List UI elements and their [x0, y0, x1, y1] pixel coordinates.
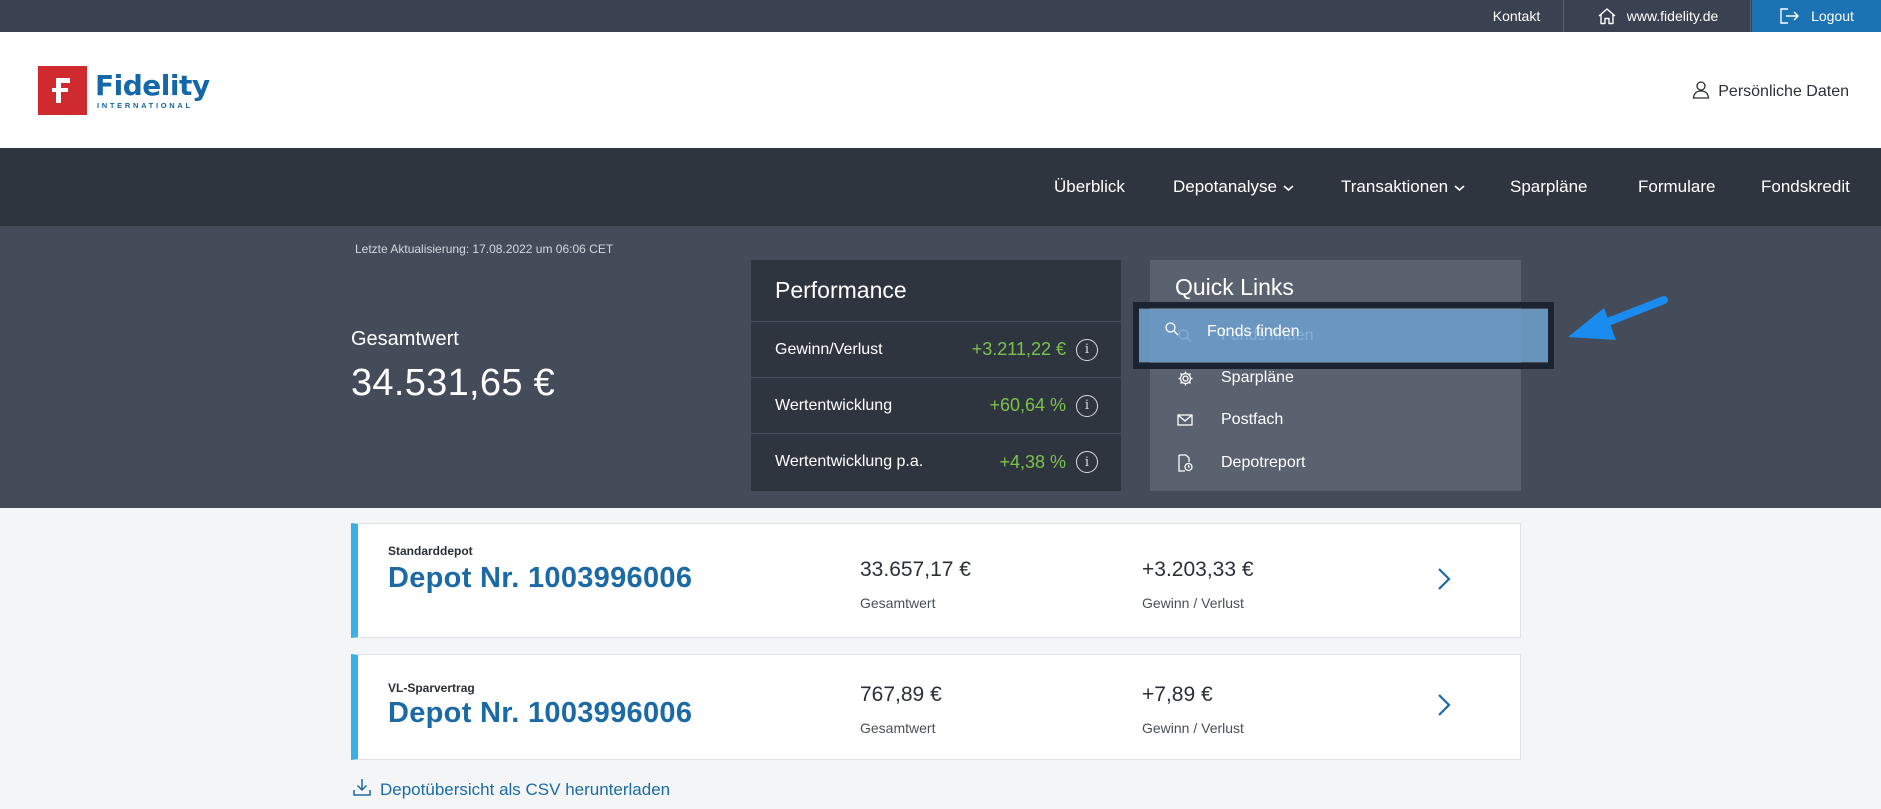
- quick-link-label: Postfach: [1221, 411, 1284, 428]
- total-value: 34.531,65 €: [351, 362, 556, 404]
- csv-download-label: Depotübersicht als CSV herunterladen: [380, 779, 671, 799]
- highlighted-quick-link[interactable]: Fonds finden: [1164, 321, 1300, 342]
- user-icon: [1692, 80, 1710, 104]
- depot-card-vl[interactable]: VL-Sparvertrag Depot Nr. 1003996006 767,…: [351, 654, 1521, 760]
- nav-depotanalyse[interactable]: Depotanalyse: [1173, 148, 1294, 226]
- download-icon: [352, 777, 372, 802]
- logo-wordmark: Fidelity: [95, 69, 210, 102]
- nav-sparplaene[interactable]: Sparpläne: [1510, 148, 1588, 226]
- depot-title: Depot Nr. 1003996006: [388, 697, 693, 729]
- performance-title: Performance: [751, 260, 1121, 322]
- report-icon: [1176, 454, 1194, 472]
- website-link[interactable]: www.fidelity.de: [1565, 0, 1751, 32]
- gear-icon: [1176, 369, 1194, 387]
- depot-total-value: 33.657,17 €: [860, 558, 971, 581]
- depot-type: Standarddepot: [388, 544, 473, 558]
- performance-row-label: Wertentwicklung p.a.: [775, 453, 924, 470]
- info-icon[interactable]: i: [1076, 451, 1098, 473]
- depot-type: VL-Sparvertrag: [388, 681, 475, 695]
- info-icon[interactable]: i: [1076, 394, 1098, 417]
- logo-mark: [38, 66, 87, 115]
- performance-panel: Performance Gewinn/Verlust +3.211,22 € i…: [751, 260, 1121, 491]
- depot-gain-label: Gewinn / Verlust: [1142, 720, 1244, 736]
- chevron-down-icon: [1454, 177, 1465, 197]
- depot-total-value: 767,89 €: [860, 683, 942, 706]
- search-icon: [1164, 321, 1180, 342]
- annotation-arrow-icon: [1560, 292, 1670, 349]
- chevron-right-icon[interactable]: [1436, 566, 1452, 597]
- nav-sparplaene-label: Sparpläne: [1510, 177, 1588, 196]
- depot-total-label: Gesamtwert: [860, 595, 936, 611]
- performance-row-annual: Wertentwicklung p.a. +4,38 % i: [751, 434, 1121, 490]
- portfolio-summary: Letzte Aktualisierung: 17.08.2022 um 06:…: [0, 226, 1881, 508]
- total-value-label: Gesamtwert: [351, 328, 459, 350]
- performance-row-value: +4,38 %: [999, 451, 1066, 472]
- quick-link-label: Depotreport: [1221, 454, 1306, 471]
- nav-depotanalyse-label: Depotanalyse: [1173, 177, 1277, 196]
- home-icon: [1597, 7, 1617, 25]
- site-header: Fidelity INTERNATIONAL Persönliche Daten: [0, 32, 1881, 148]
- depot-gain-value: +7,89 €: [1142, 683, 1213, 706]
- nav-fondskredit[interactable]: Fondskredit: [1761, 148, 1850, 226]
- quick-link-sparplaene[interactable]: Sparpläne: [1150, 358, 1521, 398]
- nav-transaktionen-label: Transaktionen: [1341, 177, 1449, 196]
- performance-row-label: Gewinn/Verlust: [775, 340, 883, 358]
- website-link-label: www.fidelity.de: [1626, 8, 1719, 24]
- logout-label: Logout: [1811, 8, 1854, 24]
- nav-ueberblick[interactable]: Überblick: [1054, 148, 1125, 226]
- fidelity-logo[interactable]: Fidelity INTERNATIONAL: [38, 66, 210, 115]
- logout-icon: [1779, 7, 1801, 25]
- contact-link[interactable]: Kontakt: [1470, 0, 1564, 32]
- depot-gain-value: +3.203,33 €: [1142, 558, 1254, 581]
- highlighted-quick-link-label: Fonds finden: [1207, 322, 1300, 340]
- depot-title: Depot Nr. 1003996006: [388, 562, 693, 594]
- performance-row-gain: Gewinn/Verlust +3.211,22 € i: [751, 322, 1121, 378]
- quick-links-panel: Quick Links Fonds finden Sparpläne Postf…: [1150, 260, 1521, 491]
- depot-gain-label: Gewinn / Verlust: [1142, 595, 1244, 611]
- nav-transaktionen[interactable]: Transaktionen: [1341, 148, 1465, 226]
- utility-bar: Kontakt www.fidelity.de Logout: [0, 0, 1881, 32]
- depot-total-label: Gesamtwert: [860, 720, 936, 736]
- quick-link-depotreport[interactable]: Depotreport: [1150, 443, 1521, 483]
- info-icon[interactable]: i: [1076, 338, 1098, 361]
- personal-data-label: Persönliche Daten: [1718, 83, 1849, 100]
- chevron-down-icon: [1283, 177, 1294, 197]
- performance-row-development: Wertentwicklung +60,64 % i: [751, 378, 1121, 434]
- main-navigation: Überblick Depotanalyse Transaktionen Spa…: [0, 148, 1881, 226]
- last-update-text: Letzte Aktualisierung: 17.08.2022 um 06:…: [355, 242, 614, 256]
- quick-links-title: Quick Links: [1175, 274, 1294, 300]
- mail-icon: [1176, 411, 1194, 429]
- personal-data-link[interactable]: Persönliche Daten: [1692, 80, 1849, 104]
- depot-card-standard[interactable]: Standarddepot Depot Nr. 1003996006 33.65…: [351, 523, 1521, 638]
- nav-formulare[interactable]: Formulare: [1638, 148, 1715, 226]
- nav-fondskredit-label: Fondskredit: [1761, 177, 1850, 196]
- performance-row-label: Wertentwicklung: [775, 396, 893, 414]
- performance-row-value: +60,64 %: [989, 395, 1066, 415]
- quick-link-postfach[interactable]: Postfach: [1150, 400, 1521, 440]
- quick-link-label: Sparpläne: [1221, 369, 1294, 386]
- nav-formulare-label: Formulare: [1638, 177, 1716, 196]
- chevron-right-icon[interactable]: [1436, 692, 1452, 723]
- contact-link-label: Kontakt: [1492, 8, 1541, 24]
- nav-ueberblick-label: Überblick: [1054, 177, 1125, 196]
- performance-row-value: +3.211,22 €: [971, 339, 1066, 359]
- logo-subtitle: INTERNATIONAL: [97, 101, 193, 110]
- csv-download-link[interactable]: Depotübersicht als CSV herunterladen: [352, 777, 670, 802]
- logout-button[interactable]: Logout: [1752, 0, 1881, 32]
